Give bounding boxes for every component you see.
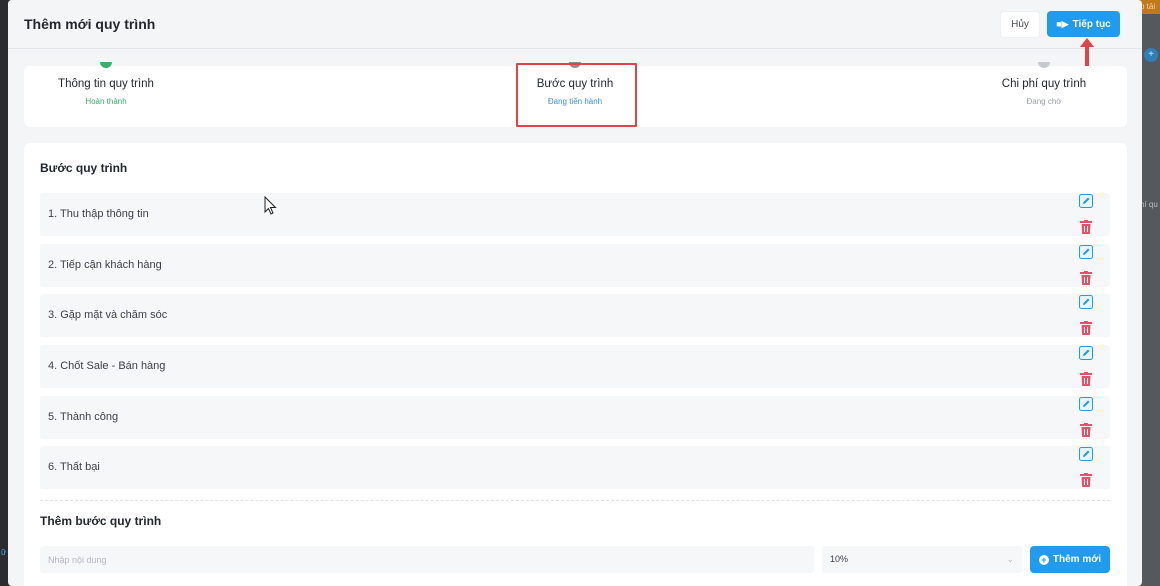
pencil-icon[interactable] (1079, 397, 1093, 411)
add-step-button[interactable]: + Thêm mới (1030, 546, 1110, 573)
background-plus-icon: + (1144, 48, 1158, 62)
list-item: 2. Tiếp cận khách hàng (40, 244, 1110, 287)
pencil-icon[interactable] (1079, 346, 1093, 360)
process-steps-title: Bước quy trình (40, 161, 128, 175)
list-item: 4. Chốt Sale - Bán hàng (40, 345, 1110, 388)
annotation-arrow-icon (1080, 38, 1094, 66)
list-item: 1. Thu thập thông tin (40, 193, 1110, 236)
add-step-button-label: Thêm mới (1052, 554, 1102, 565)
background-top-bar: p tải (1140, 0, 1160, 14)
cancel-button[interactable]: Hủy (1000, 11, 1040, 38)
plus-circle-icon: + (1038, 554, 1049, 565)
annotation-highlight-box (516, 63, 637, 127)
next-button[interactable]: ■▶ Tiếp tục (1047, 11, 1120, 37)
background-left-edge: ữ (0, 0, 8, 586)
step-name: Chi phí quy trình (1001, 78, 1087, 90)
modal-title: Thêm mới quy trình (24, 16, 156, 32)
trash-icon[interactable] (1080, 321, 1092, 335)
step-info: Thông tin quy trình Hoàn thành (26, 62, 186, 106)
step-done-indicator (100, 62, 112, 68)
background-right-edge: p tải + hí qu (1140, 0, 1160, 586)
pencil-icon[interactable] (1079, 295, 1093, 309)
process-steps-card: Bước quy trình 1. Thu thập thông tin 2. … (24, 143, 1127, 586)
pencil-icon[interactable] (1079, 447, 1093, 461)
list-item: 5. Thành công (40, 396, 1110, 439)
add-step-title: Thêm bước quy trình (40, 514, 162, 528)
step-label: 1. Thu thập thông tin (48, 208, 149, 220)
step-label: 2. Tiếp cận khách hàng (48, 259, 162, 271)
section-divider (40, 500, 1110, 501)
list-item: 3. Gặp mặt và chăm sóc (40, 294, 1110, 337)
percent-select[interactable]: 10% ⌄ (822, 546, 1022, 573)
chevron-down-icon: ⌄ (1006, 554, 1014, 564)
list-item: 6. Thất bại (40, 446, 1110, 489)
background-side-text: hí qu (1140, 200, 1158, 209)
step-label: 4. Chốt Sale - Bán hàng (48, 360, 166, 372)
percent-value: 10% (830, 554, 849, 564)
step-content-input[interactable] (40, 546, 814, 573)
step-label: 6. Thất bại (48, 461, 100, 473)
step-label: 5. Thành công (48, 411, 119, 423)
step-cost: Chi phí quy trình Đang chờ (964, 62, 1124, 106)
next-button-label: Tiếp tục (1072, 18, 1111, 30)
step-pending-indicator (1038, 62, 1050, 68)
trash-icon[interactable] (1080, 473, 1092, 487)
background-left-text: ữ (1, 548, 7, 557)
step-label: 3. Gặp mặt và chăm sóc (48, 309, 168, 321)
trash-icon[interactable] (1080, 220, 1092, 234)
trash-icon[interactable] (1080, 423, 1092, 437)
pencil-icon[interactable] (1079, 194, 1093, 208)
step-status: Đang chờ (1026, 97, 1062, 106)
trash-icon[interactable] (1080, 372, 1092, 386)
add-process-modal: Thêm mới quy trình Hủy ■▶ Tiếp tục Thông… (8, 0, 1142, 586)
modal-header: Thêm mới quy trình Hủy ■▶ Tiếp tục (8, 0, 1142, 49)
trash-icon[interactable] (1080, 271, 1092, 285)
step-status: Hoàn thành (85, 97, 127, 106)
arrow-right-icon: ■▶ (1056, 18, 1069, 29)
pencil-icon[interactable] (1079, 245, 1093, 259)
step-name: Thông tin quy trình (58, 78, 154, 90)
mouse-cursor-icon (264, 196, 277, 215)
